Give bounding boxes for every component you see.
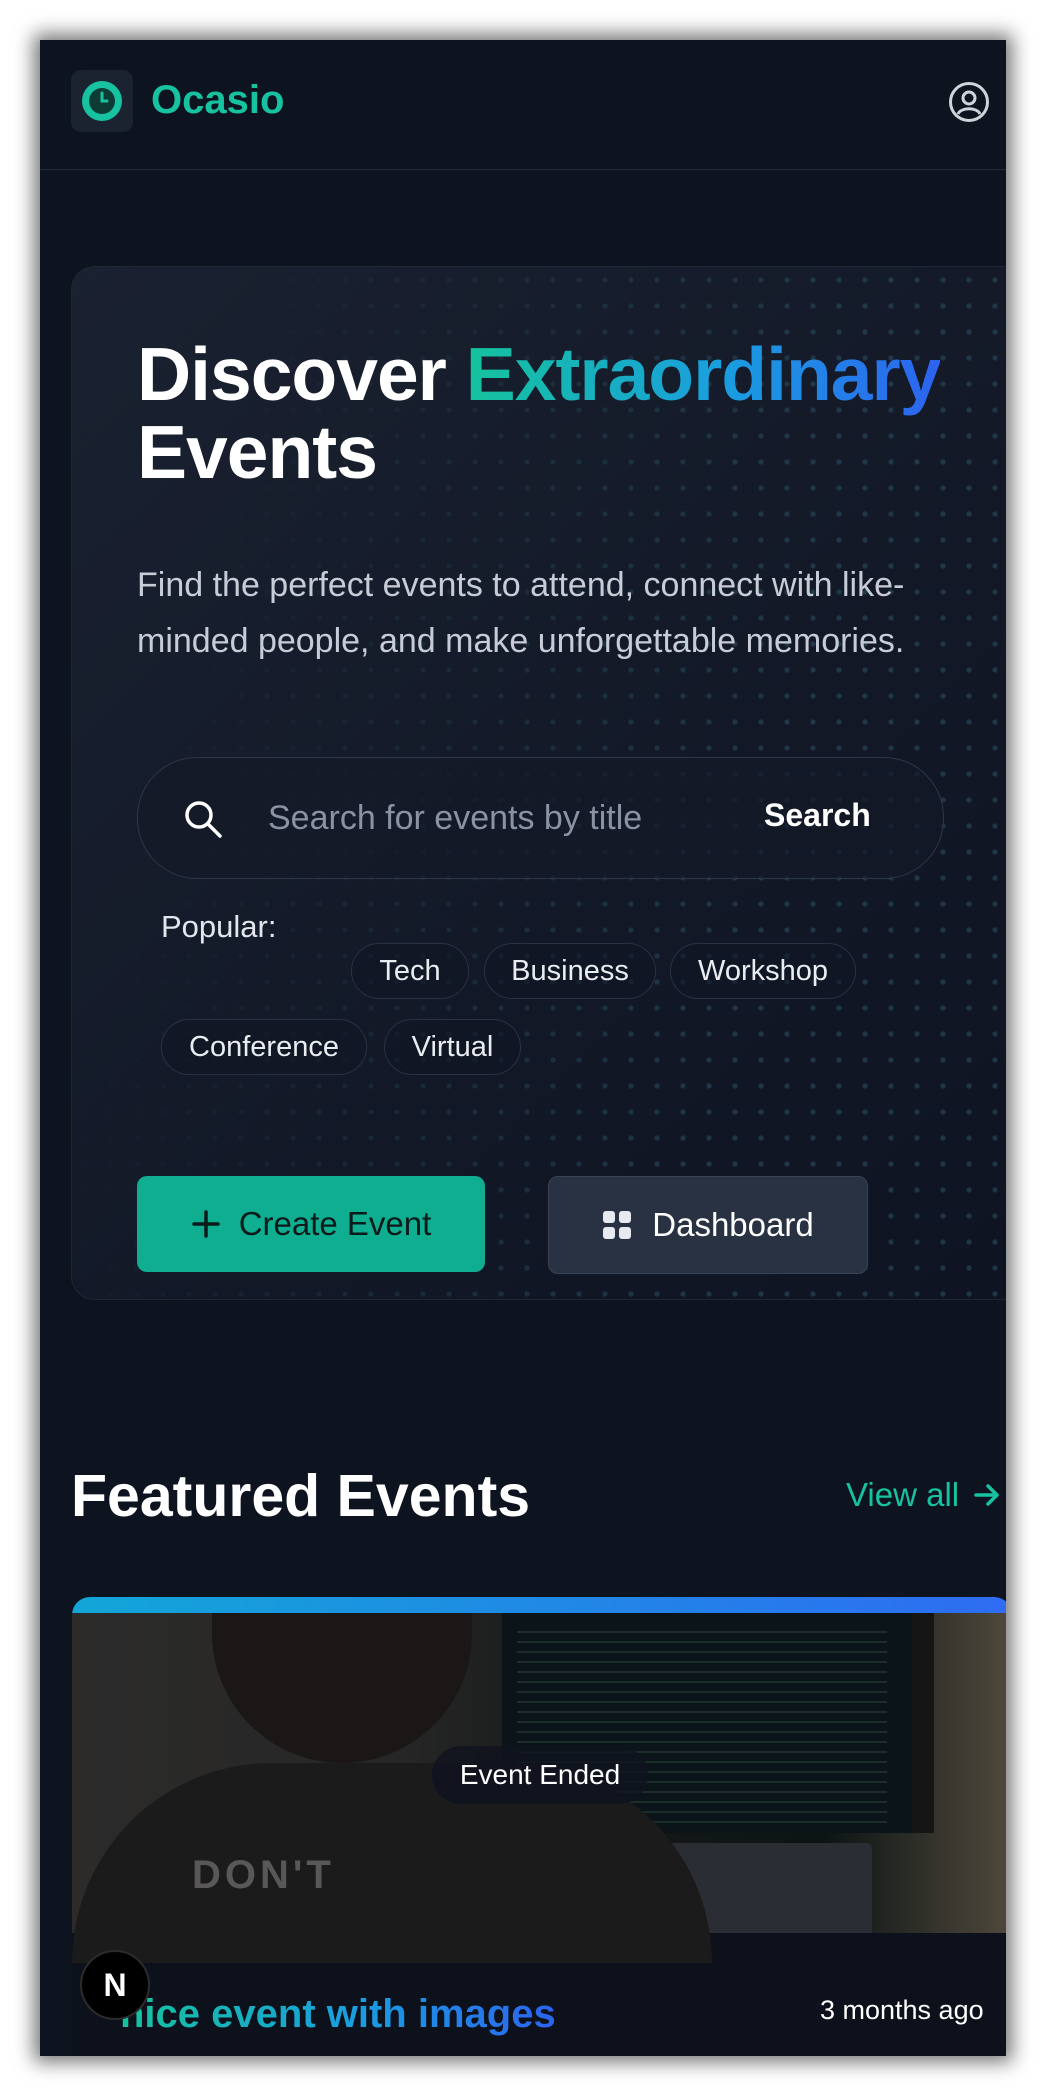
person-head-shape <box>212 1613 472 1763</box>
hero-section: Discover Extraordinary Events Find the p… <box>71 266 1006 1300</box>
brand-name[interactable]: Ocasio <box>151 78 284 123</box>
grid-icon <box>603 1211 632 1239</box>
clock-icon <box>82 81 122 121</box>
dashboard-button[interactable]: Dashboard <box>548 1176 868 1274</box>
search-icon <box>185 801 222 838</box>
popular-tag-tech[interactable]: Tech <box>351 943 469 999</box>
event-title[interactable]: nice event with images <box>120 1992 556 2037</box>
create-event-button[interactable]: Create Event <box>137 1176 485 1272</box>
popular-tag-conference[interactable]: Conference <box>161 1019 367 1075</box>
shirt-print: DON'T <box>192 1853 335 1897</box>
user-circle-icon[interactable] <box>948 81 990 123</box>
plus-icon <box>191 1210 220 1238</box>
hero-title-highlight: Extraordinary <box>465 332 942 416</box>
brand-logo[interactable] <box>71 70 133 132</box>
search-button[interactable]: Search <box>758 796 877 835</box>
arrow-right-icon <box>974 1484 999 1506</box>
hero-title-start: Discover <box>137 332 466 416</box>
app-frame: Ocasio Discover Extraordinary Events Fin… <box>40 40 1006 2056</box>
hero-title: Discover Extraordinary Events <box>137 335 957 491</box>
popular-label: Popular: <box>161 909 277 944</box>
popular-tag-workshop[interactable]: Workshop <box>670 943 856 999</box>
search-bar: Search <box>137 757 944 879</box>
dashboard-label: Dashboard <box>652 1206 814 1243</box>
event-time: 3 months ago <box>820 1995 984 2025</box>
popular-tag-business[interactable]: Business <box>484 943 656 999</box>
hero-subtitle: Find the perfect events to attend, conne… <box>137 566 905 660</box>
search-input[interactable] <box>266 792 710 844</box>
create-event-label: Create Event <box>238 1205 432 1242</box>
popular-tag-virtual[interactable]: Virtual <box>384 1019 521 1075</box>
top-navbar: Ocasio <box>40 40 1006 170</box>
featured-events-heading: Featured Events <box>71 1463 531 1529</box>
hero-title-end: Events <box>137 410 378 494</box>
event-card[interactable]: DON'T Event Ended nice event with images… <box>72 1597 1006 2056</box>
nextjs-dev-badge[interactable]: N <box>80 1950 150 2020</box>
view-all-label: View all <box>846 1476 960 1513</box>
view-all-link[interactable]: View all <box>846 1476 1001 1514</box>
status-badge: Event Ended <box>432 1746 648 1804</box>
card-accent-bar <box>72 1597 1006 1613</box>
